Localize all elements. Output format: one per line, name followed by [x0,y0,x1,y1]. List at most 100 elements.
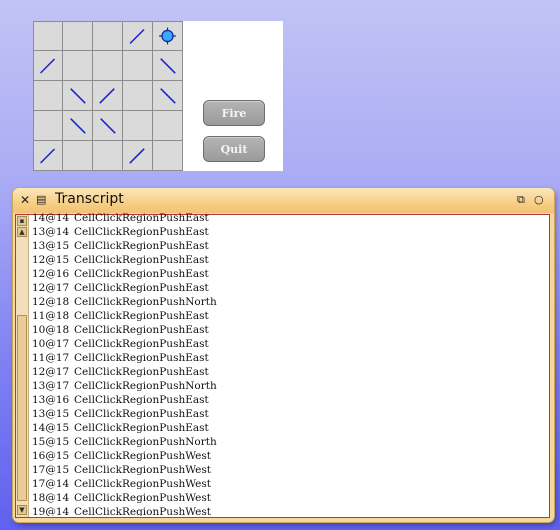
line-message: CellClickRegionPushEast [74,268,209,280]
close-icon[interactable]: ✕ [20,193,30,207]
scroll-down-button[interactable]: ▼ [17,505,27,515]
grid-cell[interactable] [93,51,123,81]
transcript-pane[interactable]: ▪ ▲ ▼ 14@14 CellClickRegionPushEast 13@14 C… [15,211,550,518]
grid-cell[interactable] [63,51,93,81]
line-message: CellClickRegionPushEast [74,324,209,336]
transcript-line: 11@18 CellClickRegionPushEast [32,309,542,323]
line-coordinate: 17@14 [32,478,70,490]
mirror-back-icon[interactable] [153,81,183,111]
fire-button[interactable]: Fire [203,100,265,126]
line-coordinate: 13@16 [32,394,70,406]
mirror-forward-icon[interactable] [123,141,153,171]
grid-cell[interactable] [123,81,153,111]
line-message: CellClickRegionPushNorth [74,380,217,392]
grid-cell[interactable] [33,81,63,111]
line-coordinate: 19@14 [32,506,70,516]
line-coordinate: 18@14 [32,492,70,504]
line-message: CellClickRegionPushEast [74,422,209,434]
line-coordinate: 12@18 [32,296,70,308]
grid-cell[interactable] [63,141,93,171]
line-message: CellClickRegionPushWest [74,506,211,516]
line-coordinate: 17@15 [32,464,70,476]
line-coordinate: 12@17 [32,366,70,378]
game-grid [33,21,183,171]
mirror-back-icon[interactable] [93,111,123,141]
line-message: CellClickRegionPushEast [74,408,209,420]
transcript-line: 14@15 CellClickRegionPushEast [32,421,542,435]
line-coordinate: 11@17 [32,352,70,364]
menu-icon[interactable]: ▤ [36,193,46,207]
mirror-forward-icon[interactable] [33,51,63,81]
line-coordinate: 14@15 [32,422,70,434]
line-coordinate: 10@18 [32,324,70,336]
expand-icon[interactable]: ○ [534,193,544,207]
grid-cell[interactable] [63,21,93,51]
line-coordinate: 14@14 [32,212,70,224]
line-coordinate: 12@17 [32,282,70,294]
line-coordinate: 13@15 [32,408,70,420]
transcript-line: 13@14 CellClickRegionPushEast [32,225,542,239]
line-message: CellClickRegionPushNorth [74,296,217,308]
line-message: CellClickRegionPushEast [74,212,209,224]
mirror-forward-icon[interactable] [123,21,153,51]
line-coordinate: 12@16 [32,268,70,280]
mirror-forward-icon[interactable] [33,141,63,171]
grid-cell[interactable] [153,141,183,171]
game-panel: Fire Quit [33,21,283,171]
quit-button[interactable]: Quit [203,136,265,162]
transcript-line: 13@15 CellClickRegionPushEast [32,239,542,253]
transcript-line: 12@15 CellClickRegionPushEast [32,253,542,267]
line-message: CellClickRegionPushWest [74,464,211,476]
scroll-up-button[interactable]: ▲ [17,227,27,237]
transcript-line: 13@17 CellClickRegionPushNorth [32,379,542,393]
grid-cell[interactable] [93,141,123,171]
line-message: CellClickRegionPushEast [74,366,209,378]
transcript-line: 12@18 CellClickRegionPushNorth [32,295,542,309]
transcript-line: 12@16 CellClickRegionPushEast [32,267,542,281]
line-message: CellClickRegionPushWest [74,450,211,462]
transcript-line: 12@17 CellClickRegionPushEast [32,365,542,379]
transcript-line: 10@17 CellClickRegionPushEast [32,337,542,351]
line-coordinate: 12@15 [32,254,70,266]
line-message: CellClickRegionPushNorth [74,436,217,448]
transcript-text[interactable]: 14@14 CellClickRegionPushEast 13@14 CellCli… [32,211,542,516]
line-coordinate: 15@15 [32,436,70,448]
transcript-line: 10@18 CellClickRegionPushEast [32,323,542,337]
transcript-line: 19@14 CellClickRegionPushWest [32,505,542,516]
grid-cell[interactable] [153,111,183,141]
scroll-menu-button[interactable]: ▪ [17,216,27,226]
transcript-line: 16@15 CellClickRegionPushWest [32,449,542,463]
transcript-line: 14@14 CellClickRegionPushEast [32,211,542,225]
line-coordinate: 13@14 [32,226,70,238]
transcript-line: 11@17 CellClickRegionPushEast [32,351,542,365]
transcript-line: 17@15 CellClickRegionPushWest [32,463,542,477]
transcript-line: 13@16 CellClickRegionPushEast [32,393,542,407]
grid-cell[interactable] [93,21,123,51]
grid-cell[interactable] [33,21,63,51]
mirror-back-icon[interactable] [153,51,183,81]
line-coordinate: 10@17 [32,338,70,350]
target-icon[interactable] [153,21,183,51]
line-message: CellClickRegionPushEast [74,226,209,238]
line-message: CellClickRegionPushWest [74,492,211,504]
scrollbar[interactable]: ▪ ▲ ▼ [16,215,29,517]
transcript-line: 18@14 CellClickRegionPushWest [32,491,542,505]
transcript-line: 17@14 CellClickRegionPushWest [32,477,542,491]
line-message: CellClickRegionPushEast [74,282,209,294]
grid-cell[interactable] [123,111,153,141]
line-coordinate: 13@17 [32,380,70,392]
grid-cell[interactable] [123,51,153,81]
transcript-line: 12@17 CellClickRegionPushEast [32,281,542,295]
scroll-thumb[interactable] [17,315,27,501]
mirror-forward-icon[interactable] [93,81,123,111]
line-coordinate: 16@15 [32,450,70,462]
line-message: CellClickRegionPushEast [74,352,209,364]
line-message: CellClickRegionPushEast [74,240,209,252]
mirror-back-icon[interactable] [63,81,93,111]
mirror-back-icon[interactable] [63,111,93,141]
line-message: CellClickRegionPushEast [74,310,209,322]
grid-cell[interactable] [33,111,63,141]
window-titlebar[interactable]: ✕ ▤ Transcript ⧉ ○ [13,188,554,213]
collapse-icon[interactable]: ⧉ [517,193,525,207]
line-coordinate: 11@18 [32,310,70,322]
